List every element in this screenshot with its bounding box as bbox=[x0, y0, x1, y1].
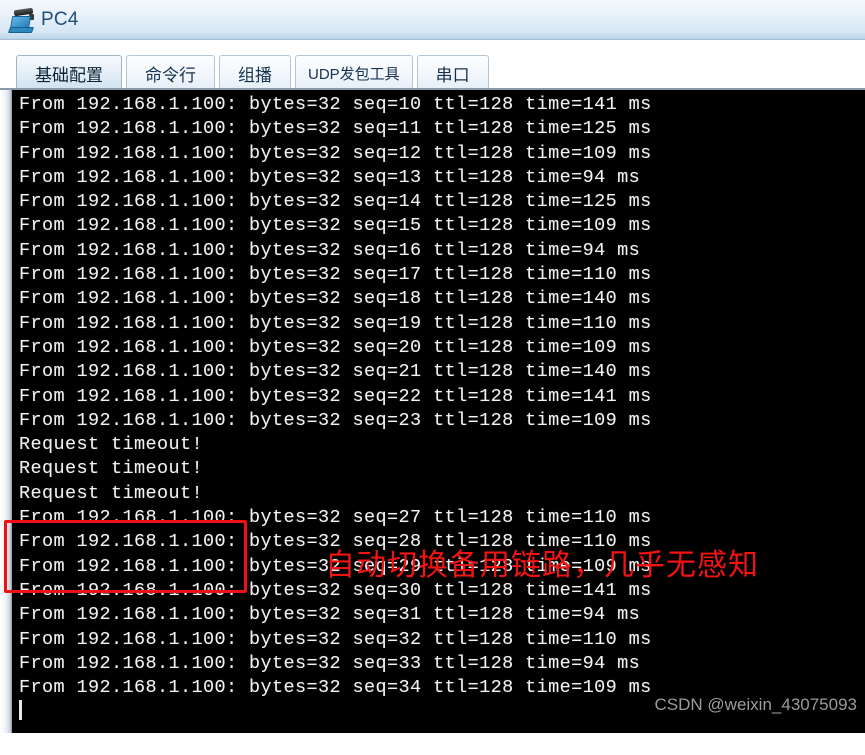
tab-multicast[interactable]: 组播 bbox=[219, 55, 291, 91]
console-reply-line: From 192.168.1.100: bytes=32 seq=21 ttl=… bbox=[13, 360, 865, 384]
console-reply-line: From 192.168.1.100: bytes=32 seq=16 ttl=… bbox=[13, 239, 865, 263]
console-reply-line: From 192.168.1.100: bytes=32 seq=10 ttl=… bbox=[13, 93, 865, 117]
console-output[interactable]: From 192.168.1.100: bytes=32 seq=10 ttl=… bbox=[13, 90, 865, 735]
console-scrollbar[interactable] bbox=[0, 90, 12, 735]
console-reply-line: From 192.168.1.100: bytes=32 seq=13 ttl=… bbox=[13, 166, 865, 190]
tab-label: UDP发包工具 bbox=[308, 63, 400, 84]
tab-label: 基础配置 bbox=[35, 61, 103, 86]
console-reply-line: From 192.168.1.100: bytes=32 seq=31 ttl=… bbox=[13, 603, 865, 627]
tab-label: 串口 bbox=[436, 61, 470, 86]
console-timeout-line: Request timeout! bbox=[13, 482, 865, 506]
window-title-bar: PC4 bbox=[0, 0, 865, 40]
console-reply-line: From 192.168.1.100: bytes=32 seq=22 ttl=… bbox=[13, 385, 865, 409]
tab-basic-config[interactable]: 基础配置 bbox=[16, 55, 122, 91]
console-frame: From 192.168.1.100: bytes=32 seq=10 ttl=… bbox=[0, 88, 865, 733]
console-reply-line: From 192.168.1.100: bytes=32 seq=27 ttl=… bbox=[13, 506, 865, 530]
console-reply-line: From 192.168.1.100: bytes=32 seq=32 ttl=… bbox=[13, 628, 865, 652]
console-timeout-line: Request timeout! bbox=[13, 433, 865, 457]
annotation-note: 自动切换备用链路，几乎无感知 bbox=[325, 540, 759, 584]
console-reply-line: From 192.168.1.100: bytes=32 seq=19 ttl=… bbox=[13, 312, 865, 336]
pc-device-icon bbox=[9, 8, 35, 32]
console-reply-line: From 192.168.1.100: bytes=32 seq=11 ttl=… bbox=[13, 117, 865, 141]
console-reply-line: From 192.168.1.100: bytes=32 seq=15 ttl=… bbox=[13, 214, 865, 238]
console-reply-line: From 192.168.1.100: bytes=32 seq=12 ttl=… bbox=[13, 142, 865, 166]
pc4-window: PC4 基础配置 命令行 组播 UDP发包工具 串口 From 192.168.… bbox=[0, 0, 865, 755]
tab-label: 命令行 bbox=[145, 61, 196, 86]
console-reply-line: From 192.168.1.100: bytes=32 seq=14 ttl=… bbox=[13, 190, 865, 214]
window-title: PC4 bbox=[41, 9, 79, 31]
console-reply-line: From 192.168.1.100: bytes=32 seq=20 ttl=… bbox=[13, 336, 865, 360]
console-reply-line: From 192.168.1.100: bytes=32 seq=33 ttl=… bbox=[13, 652, 865, 676]
tab-serial-port[interactable]: 串口 bbox=[417, 55, 489, 91]
tab-udp-packet-tool[interactable]: UDP发包工具 bbox=[295, 55, 413, 91]
tab-bar: 基础配置 命令行 组播 UDP发包工具 串口 bbox=[0, 41, 865, 91]
watermark: CSDN @weixin_43075093 bbox=[655, 695, 857, 715]
console-reply-line: From 192.168.1.100: bytes=32 seq=18 ttl=… bbox=[13, 287, 865, 311]
console-timeout-line: Request timeout! bbox=[13, 457, 865, 481]
console-reply-line: From 192.168.1.100: bytes=32 seq=17 ttl=… bbox=[13, 263, 865, 287]
window-bottom-edge bbox=[0, 733, 865, 755]
console-reply-line: From 192.168.1.100: bytes=32 seq=23 ttl=… bbox=[13, 409, 865, 433]
tab-label: 组播 bbox=[238, 61, 272, 86]
tab-command-line[interactable]: 命令行 bbox=[126, 55, 215, 91]
